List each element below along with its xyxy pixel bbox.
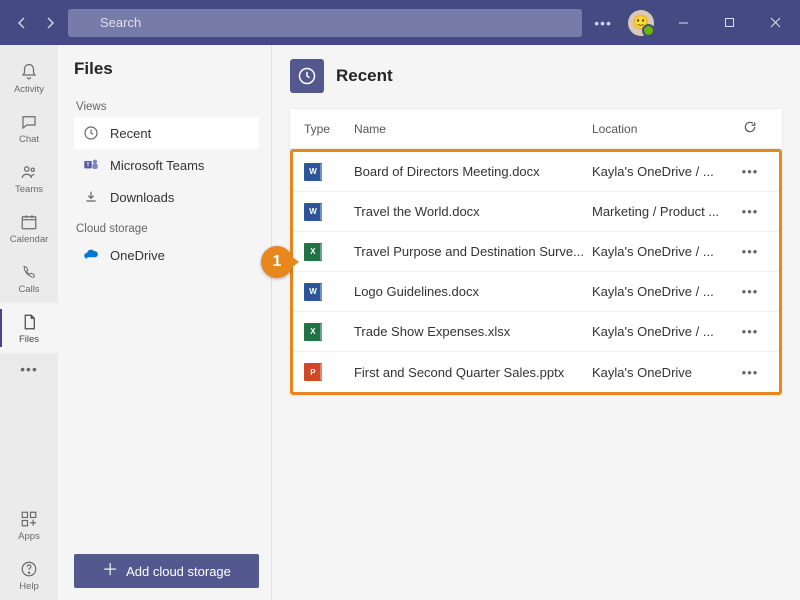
help-icon [19, 559, 39, 579]
excel-file-icon: X [304, 243, 322, 261]
rail-label: Help [19, 581, 39, 592]
rail-item-chat[interactable]: Chat [0, 103, 58, 153]
word-file-icon: W [304, 283, 322, 301]
rail-item-teams[interactable]: Teams [0, 153, 58, 203]
column-header-name[interactable]: Name [354, 122, 592, 136]
powerpoint-file-icon: P [304, 363, 322, 381]
onedrive-icon [82, 246, 100, 264]
table-header: Type Name Location [290, 109, 782, 149]
row-more-button[interactable]: ••• [742, 284, 759, 299]
bell-icon [19, 62, 39, 82]
file-name: Logo Guidelines.docx [354, 284, 592, 299]
clock-icon [82, 124, 100, 142]
row-more-button[interactable]: ••• [742, 164, 759, 179]
more-options-button[interactable]: ••• [590, 11, 616, 35]
sidebar-item-label: Microsoft Teams [110, 158, 204, 173]
rail-label: Teams [15, 184, 43, 195]
file-location: Kayla's OneDrive [592, 365, 732, 380]
file-list-panel: Type Name Location 1 W Board of Director… [290, 109, 782, 395]
rail-label: Activity [14, 84, 44, 95]
chevron-left-icon [16, 17, 28, 29]
sidebar-item-label: Recent [110, 126, 151, 141]
close-button[interactable] [758, 9, 792, 37]
rail-item-activity[interactable]: Activity [0, 53, 58, 103]
app-rail: Activity Chat Teams Calendar Calls Files… [0, 45, 58, 600]
row-more-button[interactable]: ••• [742, 365, 759, 380]
minimize-button[interactable] [666, 9, 700, 37]
file-location: Kayla's OneDrive / ... [592, 164, 732, 179]
rail-label: Files [19, 334, 39, 345]
apps-icon [19, 509, 39, 529]
rail-item-files[interactable]: Files [0, 303, 58, 353]
file-name: Travel the World.docx [354, 204, 592, 219]
sidebar-item-recent[interactable]: Recent [74, 117, 259, 149]
sidebar-item-label: OneDrive [110, 248, 165, 263]
file-row[interactable]: W Logo Guidelines.docx Kayla's OneDrive … [293, 272, 779, 312]
file-location: Kayla's OneDrive / ... [592, 324, 732, 339]
file-row[interactable]: P First and Second Quarter Sales.pptx Ka… [293, 352, 779, 392]
main-content: Recent Type Name Location 1 W Board of D… [272, 45, 800, 600]
column-header-type[interactable]: Type [304, 122, 354, 136]
files-icon [19, 312, 39, 332]
chevron-right-icon [44, 17, 56, 29]
views-section-label: Views [76, 101, 259, 113]
rail-item-calendar[interactable]: Calendar [0, 203, 58, 253]
sidebar-item-label: Downloads [110, 190, 174, 205]
rail-item-apps[interactable]: Apps [0, 500, 58, 550]
file-row[interactable]: X Travel Purpose and Destination Surve..… [293, 232, 779, 272]
file-row[interactable]: X Trade Show Expenses.xlsx Kayla's OneDr… [293, 312, 779, 352]
file-location: Kayla's OneDrive / ... [592, 284, 732, 299]
row-more-button[interactable]: ••• [742, 244, 759, 259]
chat-icon [19, 112, 39, 132]
rail-item-help[interactable]: Help [0, 550, 58, 600]
recent-header-icon [290, 59, 324, 93]
file-location: Marketing / Product ... [592, 204, 732, 219]
main-header: Recent [272, 45, 800, 103]
rail-item-calls[interactable]: Calls [0, 253, 58, 303]
search-input[interactable] [68, 9, 582, 37]
file-location: Kayla's OneDrive / ... [592, 244, 732, 259]
files-sidebar: Files Views Recent T Microsoft Teams Dow… [58, 45, 272, 600]
file-name: Travel Purpose and Destination Surve... [354, 244, 592, 259]
maximize-button[interactable] [712, 9, 746, 37]
refresh-button[interactable] [743, 120, 757, 137]
add-storage-label: Add cloud storage [126, 564, 231, 579]
file-row[interactable]: W Travel the World.docx Marketing / Prod… [293, 192, 779, 232]
sidebar-item-teams[interactable]: T Microsoft Teams [74, 149, 259, 181]
rail-label: Calendar [10, 234, 49, 245]
download-icon [82, 188, 100, 206]
column-header-location[interactable]: Location [592, 122, 732, 136]
file-name: First and Second Quarter Sales.pptx [354, 365, 592, 380]
page-title: Recent [336, 66, 393, 86]
forward-button[interactable] [36, 9, 64, 37]
calendar-icon [19, 212, 39, 232]
teams-icon [19, 162, 39, 182]
tutorial-callout-badge: 1 [261, 246, 293, 278]
rail-label: Chat [19, 134, 39, 145]
word-file-icon: W [304, 203, 322, 221]
rail-label: Calls [18, 284, 39, 295]
back-button[interactable] [8, 9, 36, 37]
file-row[interactable]: W Board of Directors Meeting.docx Kayla'… [293, 152, 779, 192]
row-more-button[interactable]: ••• [742, 324, 759, 339]
file-name: Board of Directors Meeting.docx [354, 164, 592, 179]
excel-file-icon: X [304, 323, 322, 341]
sidebar-item-downloads[interactable]: Downloads [74, 181, 259, 213]
cloud-section-label: Cloud storage [76, 223, 259, 235]
tutorial-highlight: 1 W Board of Directors Meeting.docx Kayl… [290, 149, 782, 395]
user-avatar[interactable]: 🙂 [628, 10, 654, 36]
sidebar-item-onedrive[interactable]: OneDrive [74, 239, 259, 271]
rail-label: Apps [18, 531, 40, 542]
sidebar-title: Files [74, 59, 259, 79]
teams-logo-icon: T [82, 156, 100, 174]
titlebar: ••• 🙂 [0, 0, 800, 45]
plus-icon: ＋ [102, 563, 118, 579]
add-cloud-storage-button[interactable]: ＋ Add cloud storage [74, 554, 259, 588]
phone-icon [19, 262, 39, 282]
word-file-icon: W [304, 163, 322, 181]
row-more-button[interactable]: ••• [742, 204, 759, 219]
rail-more-button[interactable]: ••• [12, 353, 46, 385]
file-name: Trade Show Expenses.xlsx [354, 324, 592, 339]
